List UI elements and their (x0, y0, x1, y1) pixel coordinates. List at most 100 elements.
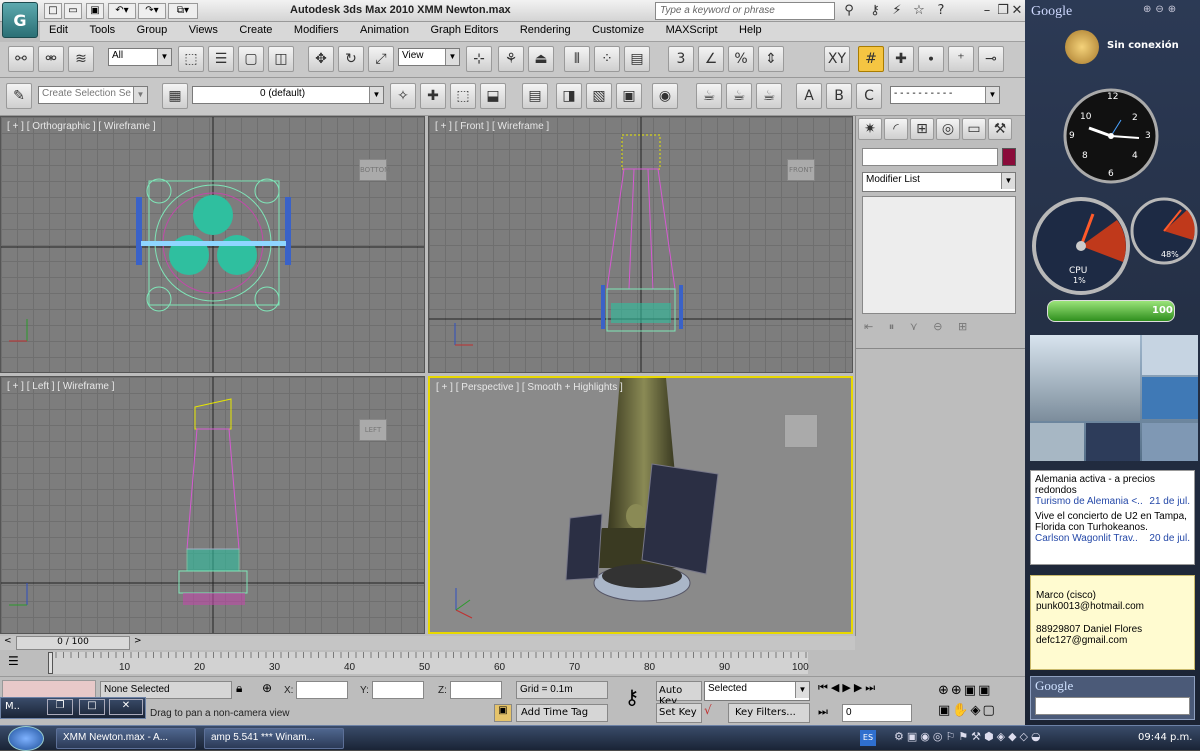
hierarchy-tab-icon[interactable]: ⊞ (910, 118, 934, 140)
redo-icon[interactable]: ↷▾ (138, 3, 166, 19)
teapot-active-icon[interactable]: ☕ (756, 83, 782, 109)
key-mode-dropdown[interactable]: Selected ▼ (704, 681, 810, 701)
menu-help[interactable]: Help (730, 22, 771, 38)
maximize-icon[interactable]: □ (79, 699, 105, 715)
undo-icon[interactable]: ↶▾ (108, 3, 136, 19)
key-icon[interactable]: ⚷ (866, 3, 884, 19)
viewport-orthographic[interactable]: [ + ] [ Orthographic ] [ Wireframe ] BOT… (0, 116, 425, 373)
close-icon[interactable]: ✕ (109, 699, 143, 715)
render-preset-b-icon[interactable]: B (826, 83, 852, 109)
project-folder-icon[interactable]: ⧉▾ (168, 3, 198, 19)
news-source-row[interactable]: Turismo de Alemania <.. 21 de jul. (1035, 496, 1190, 507)
layer-dropdown[interactable]: 0 (default) ▼ (192, 86, 384, 104)
object-name-field[interactable] (862, 148, 998, 166)
current-frame-field[interactable]: 0 (842, 704, 912, 722)
start-button[interactable] (8, 726, 44, 751)
named-selection-icon[interactable]: ✎ (6, 83, 32, 109)
restore-icon[interactable]: ❐ (47, 699, 73, 715)
auto-key-button[interactable]: Auto Key (656, 681, 702, 707)
endpoint-snap-icon[interactable]: ⁺ (948, 46, 974, 72)
new-icon[interactable]: □ (44, 3, 62, 19)
pivot-center-icon[interactable]: ⊹ (466, 46, 492, 72)
absolute-mode-icon[interactable]: ⊕ (262, 681, 278, 699)
vertex-snap-icon[interactable]: ∙ (918, 46, 944, 72)
close-icon[interactable]: ✕ (1008, 3, 1026, 19)
stack-tools-row[interactable]: ⇤ ⏸ ⋎ ⊖ ⊞ (864, 320, 1014, 342)
percent-snap-icon[interactable]: % (728, 46, 754, 72)
create-layer-icon[interactable]: ✧ (390, 83, 416, 109)
language-indicator[interactable]: ES (860, 730, 876, 746)
modifier-stack[interactable] (862, 196, 1016, 314)
utilities-tab-icon[interactable]: ⚒ (988, 118, 1012, 140)
rendered-frame-icon[interactable]: ▣ (616, 83, 642, 109)
notes-gadget[interactable]: Marco (cisco) punk0013@hotmail.com 88929… (1030, 575, 1195, 670)
news-headline[interactable]: Alemania activa - a precios redondos (1035, 474, 1190, 496)
object-color-swatch[interactable] (1002, 148, 1016, 166)
display-tab-icon[interactable]: ▭ (962, 118, 986, 140)
viewport-label[interactable]: [ + ] [ Orthographic ] [ Wireframe ] (7, 121, 156, 132)
app-logo-icon[interactable]: G (2, 2, 38, 38)
open-icon[interactable]: ▭ (64, 3, 82, 19)
viewport-label[interactable]: [ + ] [ Perspective ] [ Smooth + Highlig… (436, 382, 623, 393)
modifier-list-dropdown[interactable]: Modifier List ▼ (862, 172, 1016, 192)
menu-customize[interactable]: Customize (583, 22, 653, 38)
taskbar-item-3dsmax[interactable]: XMM Newton.max - A... (56, 728, 196, 749)
menu-edit[interactable]: Edit (40, 22, 77, 38)
taskbar-clock[interactable]: 09:44 p.m. (1138, 732, 1192, 743)
select-manipulate-icon[interactable]: ⚘ (498, 46, 524, 72)
teapot-render-icon[interactable]: ☕ (696, 83, 722, 109)
grid-snap-icon[interactable]: # (858, 46, 884, 72)
unlink-icon[interactable]: ⚮ (38, 46, 64, 72)
render-preset-c-icon[interactable]: C (856, 83, 882, 109)
news-gadget[interactable]: Alemania activa - a precios redondos Tur… (1030, 470, 1195, 565)
search-input[interactable]: Type a keyword or phrase (655, 2, 835, 20)
rotate-icon[interactable]: ↻ (338, 46, 364, 72)
curve-editor-icon[interactable]: ☰ (8, 654, 32, 672)
time-tag-icon[interactable]: ▣ (494, 704, 512, 722)
render-icon[interactable]: ◉ (652, 83, 678, 109)
time-prev-icon[interactable]: < (4, 636, 14, 650)
x-coordinate-field[interactable] (296, 681, 348, 699)
selection-region-icon[interactable]: ▢ (238, 46, 264, 72)
key-mode-toggle-icon[interactable]: ⏭ (818, 705, 838, 723)
menu-tools[interactable]: Tools (80, 22, 124, 38)
spinner-snap-icon[interactable]: ⇕ (758, 46, 784, 72)
menu-maxscript[interactable]: MAXScript (657, 22, 727, 38)
viewport-left[interactable]: [ + ] [ Left ] [ Wireframe ] LEFT (0, 376, 425, 634)
viewport-label[interactable]: [ + ] [ Left ] [ Wireframe ] (7, 381, 115, 392)
selection-filter-dropdown[interactable]: All ▼ (108, 48, 172, 66)
minimized-window[interactable]: M.. ❐ □ ✕ (0, 697, 146, 719)
viewcube[interactable]: FRONT (787, 159, 815, 181)
layer-manager-icon[interactable]: ▦ (162, 83, 188, 109)
viewport-front[interactable]: [ + ] [ Front ] [ Wireframe ] FRONT (428, 116, 853, 373)
binoculars-icon[interactable]: ⚲ (840, 3, 858, 19)
key-filters-button[interactable]: Key Filters... (728, 703, 810, 723)
menu-modifiers[interactable]: Modifiers (285, 22, 348, 38)
viewcube[interactable] (784, 414, 818, 448)
y-coordinate-field[interactable] (372, 681, 424, 699)
reference-coord-dropdown[interactable]: View ▼ (398, 48, 460, 66)
menu-graph-editors[interactable]: Graph Editors (421, 22, 507, 38)
key-tangent-icon[interactable]: √ (704, 703, 726, 723)
menu-create[interactable]: Create (230, 22, 281, 38)
mirror-icon[interactable]: ⫴ (564, 46, 590, 72)
news-headline[interactable]: Vive el concierto de U2 en Tampa, Florid… (1035, 511, 1190, 533)
menu-group[interactable]: Group (128, 22, 177, 38)
z-coordinate-field[interactable] (450, 681, 502, 699)
add-time-tag-button[interactable]: Add Time Tag (516, 704, 608, 722)
render-preset-a-icon[interactable]: A (796, 83, 822, 109)
viewcube[interactable]: BOTTOM (359, 159, 390, 181)
lock-icon[interactable]: 🔒︎ (236, 681, 252, 699)
time-next-icon[interactable]: > (134, 636, 144, 650)
keyboard-shortcut-icon[interactable]: ⏏ (528, 46, 554, 72)
material-editor-icon[interactable]: ◨ (556, 83, 582, 109)
time-slider[interactable]: < 0 / 100 > (0, 636, 855, 650)
create-tab-icon[interactable]: ✷ (858, 118, 882, 140)
select-by-name-icon[interactable]: ☰ (208, 46, 234, 72)
selection-set-dropdown[interactable]: Create Selection Se ▼ (38, 86, 148, 104)
add-to-layer-icon[interactable]: ✚ (420, 83, 446, 109)
set-current-layer-icon[interactable]: ⬓ (480, 83, 506, 109)
set-key-icon[interactable]: ⚷ (612, 685, 652, 715)
viewport-perspective[interactable]: [ + ] [ Perspective ] [ Smooth + Highlig… (428, 376, 853, 634)
playback-controls[interactable]: ⏮◀▶▶⏭ (818, 681, 936, 701)
